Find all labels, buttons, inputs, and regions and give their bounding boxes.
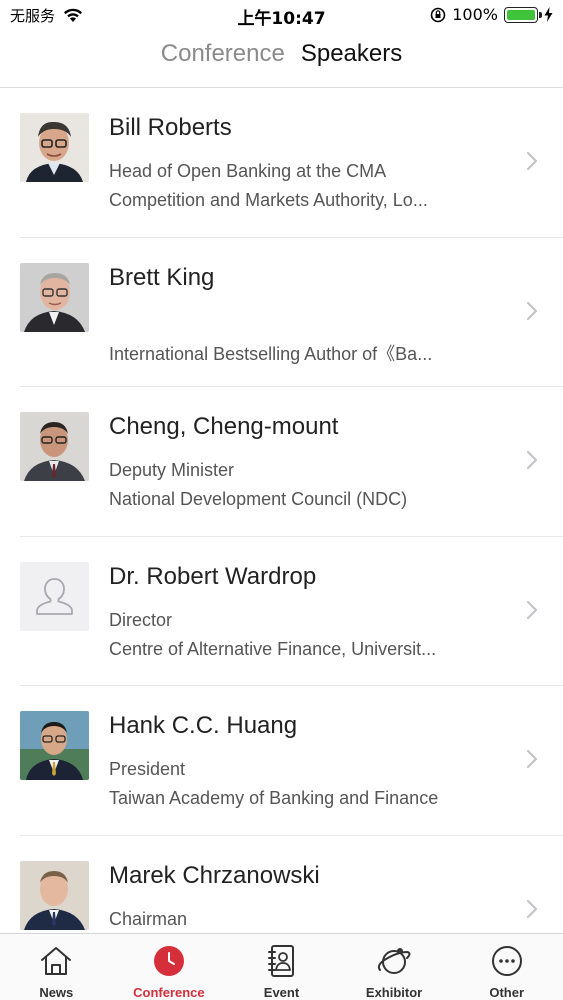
speaker-organization: International Bestselling Author of《Ba..…	[109, 343, 433, 364]
speaker-title: Head of Open Banking at the CMA	[109, 161, 387, 181]
speaker-name: Bill Roberts	[109, 114, 232, 141]
speaker-row[interactable]: Hank C.C. Huang President Taiwan Academy…	[0, 686, 563, 836]
battery-percent: 100%	[452, 5, 498, 24]
tab-conference-nav[interactable]: Conference	[113, 934, 226, 1000]
tab-other-label: Other	[489, 985, 524, 1000]
speaker-name: Cheng, Cheng-mount	[109, 413, 339, 440]
tab-exhibitor-label: Exhibitor	[365, 985, 423, 1000]
avatar	[20, 711, 89, 780]
chevron-right-icon	[526, 151, 538, 171]
speaker-organization: National Development Council (NDC)	[109, 489, 408, 509]
speaker-name: Marek Chrzanowski	[109, 861, 320, 889]
avatar	[20, 561, 89, 631]
bottom-tab-bar: News Conference Event Exhibitor Other	[0, 933, 563, 1000]
status-bar: 无服务 上午10:47 100%	[0, 0, 563, 30]
speaker-photo	[20, 860, 89, 930]
chevron-right-icon	[526, 899, 538, 918]
house-icon	[38, 943, 74, 979]
speaker-photo	[20, 262, 89, 332]
planet-icon	[376, 943, 412, 979]
speaker-title: Chairman	[109, 908, 188, 929]
speaker-photo	[20, 412, 89, 481]
tab-speakers[interactable]: Speakers	[301, 40, 402, 80]
battery-icon	[504, 6, 542, 23]
avatar	[20, 113, 89, 182]
chevron-right-icon	[526, 600, 538, 619]
chevron-right-icon	[526, 301, 538, 320]
chevron-right-icon	[526, 450, 538, 470]
speaker-title: Director	[109, 609, 173, 630]
tab-event-label: Event	[263, 985, 300, 1000]
tab-conference[interactable]: Conference	[161, 40, 285, 80]
speaker-row[interactable]: Brett King International Bestselling Aut…	[0, 238, 563, 387]
person-placeholder-icon	[20, 561, 89, 631]
speaker-name: Dr. Robert Wardrop	[109, 562, 317, 590]
speaker-row[interactable]: Bill Roberts Head of Open Banking at the…	[0, 88, 563, 238]
speaker-organization: Centre of Alternative Finance, Universit…	[109, 638, 437, 659]
speaker-organization: Taiwan Academy of Banking and Finance	[109, 788, 439, 808]
tab-other[interactable]: Other	[450, 934, 563, 1000]
status-right: 100%	[430, 5, 553, 24]
notebook-person-icon	[263, 943, 299, 979]
more-dots-icon	[489, 943, 525, 979]
speaker-name: Brett King	[109, 263, 215, 291]
header-tabs: Conference Speakers	[0, 40, 563, 80]
speaker-list[interactable]: Bill Roberts Head of Open Banking at the…	[0, 88, 563, 933]
speaker-row[interactable]: Cheng, Cheng-mount Deputy Minister Natio…	[0, 387, 563, 537]
speaker-photo	[20, 113, 89, 182]
battery-fill	[507, 9, 535, 20]
charging-bolt-icon	[544, 7, 553, 22]
speaker-organization: Competition and Markets Authority, Lo...	[109, 190, 428, 210]
speaker-row[interactable]: Dr. Robert Wardrop Director Centre of Al…	[0, 537, 563, 686]
tab-news-label: News	[39, 985, 74, 1000]
speaker-row[interactable]: Marek Chrzanowski Chairman	[0, 836, 563, 934]
tab-news[interactable]: News	[0, 934, 113, 1000]
clock-icon	[151, 943, 187, 979]
orientation-lock-icon	[430, 7, 446, 22]
avatar	[20, 412, 89, 481]
avatar	[20, 262, 89, 332]
tab-conference-label: Conference	[133, 985, 205, 1000]
tab-event[interactable]: Event	[225, 934, 338, 1000]
speaker-title: President	[109, 759, 186, 779]
tab-exhibitor[interactable]: Exhibitor	[338, 934, 451, 1000]
speaker-photo	[20, 711, 89, 780]
avatar	[20, 860, 89, 930]
speaker-title: Deputy Minister	[109, 460, 235, 480]
speaker-name: Hank C.C. Huang	[109, 712, 298, 739]
chevron-right-icon	[526, 749, 538, 769]
